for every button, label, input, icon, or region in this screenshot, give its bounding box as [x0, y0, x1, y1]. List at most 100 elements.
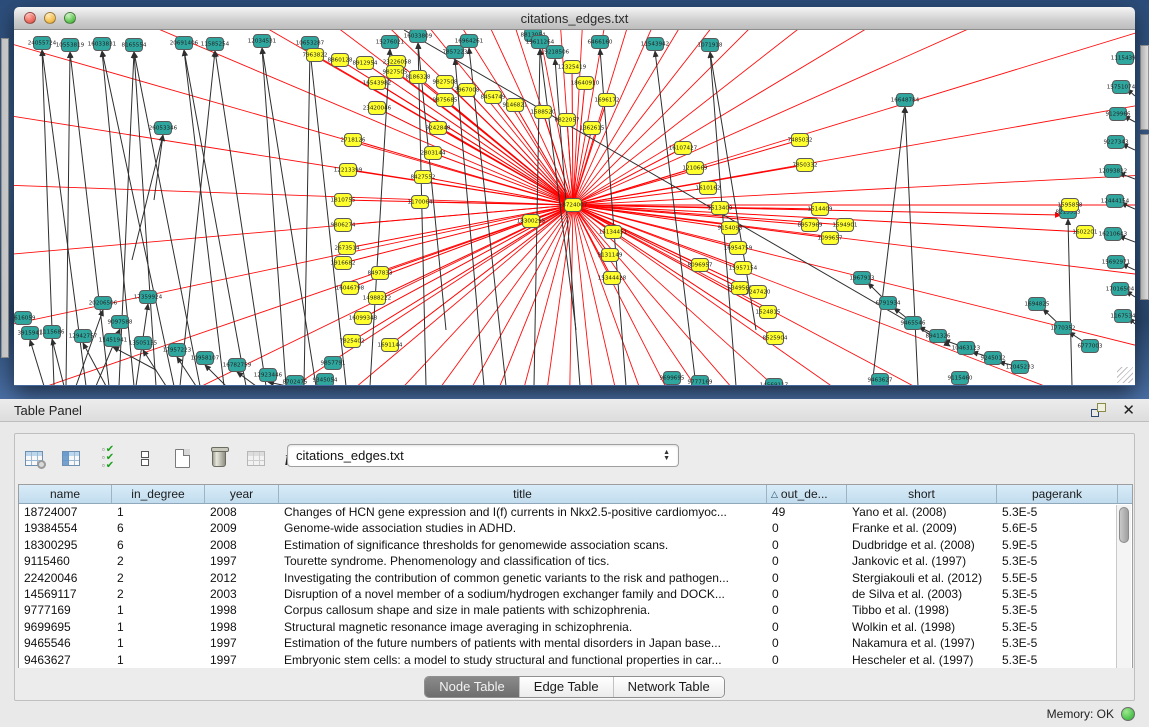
table-cell[interactable]: Embryonic stem cells: a model to study s… — [279, 652, 767, 668]
column-header-pagerank[interactable]: pagerank — [997, 485, 1118, 503]
table-cell[interactable]: 5.3E-5 — [997, 602, 1118, 618]
black-edge[interactable] — [215, 51, 266, 385]
table-cell[interactable]: 0 — [767, 570, 847, 586]
table-cell[interactable]: 1 — [112, 635, 205, 651]
column-header-out_de[interactable]: △out_de... — [767, 485, 847, 503]
table-cell[interactable]: 14569117 — [19, 586, 112, 602]
red-edge[interactable] — [573, 30, 1135, 205]
red-edge[interactable] — [14, 30, 573, 205]
table-cell[interactable]: 1 — [112, 504, 205, 520]
show-columns-icon[interactable] — [58, 445, 84, 471]
column-header-short[interactable]: short — [847, 485, 997, 503]
red-edge[interactable] — [573, 30, 1135, 205]
black-edge[interactable] — [872, 107, 905, 385]
column-header-year[interactable]: year — [205, 485, 279, 503]
table-cell[interactable]: 5.3E-5 — [997, 586, 1118, 602]
table-cell[interactable]: 2008 — [205, 504, 279, 520]
black-edge[interactable] — [262, 48, 316, 385]
scrollbar-thumb[interactable] — [1119, 507, 1129, 543]
table-cell[interactable]: 2008 — [205, 537, 279, 553]
table-cell[interactable]: 18724007 — [19, 504, 112, 520]
table-cell[interactable]: Nakamura et al. (1997) — [847, 635, 997, 651]
table-selector-dropdown[interactable]: citations_edges.txt ▲▼ — [287, 444, 679, 467]
red-edge[interactable] — [573, 30, 816, 205]
tab-node-table[interactable]: Node Table — [425, 677, 520, 697]
black-edge[interactable] — [310, 50, 346, 385]
table-cell[interactable]: 9777169 — [19, 602, 112, 618]
table-cell[interactable]: 2 — [112, 586, 205, 602]
table-cell[interactable]: 0 — [767, 553, 847, 569]
table-mode-icon[interactable] — [21, 445, 47, 471]
table-cell[interactable]: 5.3E-5 — [997, 652, 1118, 668]
table-row[interactable]: 969969511998Structural magnetic resonanc… — [19, 619, 1132, 635]
red-edge[interactable] — [573, 205, 1135, 385]
red-edge[interactable] — [573, 30, 982, 205]
table-cell[interactable]: 19384554 — [19, 520, 112, 536]
red-edge[interactable] — [573, 205, 1135, 385]
table-cell[interactable]: 9699695 — [19, 619, 112, 635]
red-edge[interactable] — [390, 205, 573, 345]
red-edge[interactable] — [573, 30, 1135, 205]
table-cell[interactable]: 5.5E-5 — [997, 570, 1118, 586]
table-cell[interactable]: 2 — [112, 570, 205, 586]
table-cell[interactable]: Dudbridge et al. (2008) — [847, 537, 997, 553]
table-cell[interactable]: 1997 — [205, 553, 279, 569]
table-row[interactable]: 1830029562008Estimation of significance … — [19, 537, 1132, 553]
table-cell[interactable]: 1 — [112, 602, 205, 618]
red-edge[interactable] — [14, 30, 573, 205]
table-row[interactable]: 977716911998Corpus callosum shape and si… — [19, 602, 1132, 618]
float-panel-icon[interactable] — [1091, 403, 1106, 417]
table-cell[interactable]: 5.3E-5 — [997, 504, 1118, 520]
table-cell[interactable]: 2 — [112, 553, 205, 569]
table-cell[interactable]: 0 — [767, 619, 847, 635]
red-edge[interactable] — [572, 67, 573, 205]
red-edge[interactable] — [573, 205, 1135, 385]
column-header-in_degree[interactable]: in_degree — [112, 485, 205, 503]
table-cell[interactable]: 5.3E-5 — [997, 553, 1118, 569]
table-cell[interactable]: 1998 — [205, 619, 279, 635]
table-cell[interactable]: 2012 — [205, 570, 279, 586]
red-edge[interactable] — [573, 30, 1135, 205]
tab-edge-table[interactable]: Edge Table — [520, 677, 614, 697]
close-window-button[interactable] — [24, 12, 36, 24]
red-edge[interactable] — [573, 188, 708, 205]
table-cell[interactable]: Franke et al. (2009) — [847, 520, 997, 536]
black-edge[interactable] — [134, 52, 156, 385]
minimize-window-button[interactable] — [44, 12, 56, 24]
red-edge[interactable] — [14, 30, 573, 205]
table-cell[interactable]: Tourette syndrome. Phenomenology and cla… — [279, 553, 767, 569]
select-all-columns-icon[interactable]: ✔✔✔ — [95, 445, 121, 471]
red-edge[interactable] — [573, 205, 1135, 385]
table-cell[interactable]: Wolkin et al. (1998) — [847, 619, 997, 635]
table-cell[interactable]: de Silva et al. (2003) — [847, 586, 997, 602]
table-row[interactable]: 2242004622012Investigating the contribut… — [19, 570, 1132, 586]
table-cell[interactable]: 6 — [112, 520, 205, 536]
table-cell[interactable]: 5.3E-5 — [997, 619, 1118, 635]
table-cell[interactable]: 18300295 — [19, 537, 112, 553]
table-cell[interactable]: 5.6E-5 — [997, 520, 1118, 536]
table-row[interactable]: 946362711997Embryonic stem cells: a mode… — [19, 652, 1132, 668]
red-edge[interactable] — [573, 30, 1135, 205]
table-cell[interactable]: Tibbo et al. (1998) — [847, 602, 997, 618]
red-edge[interactable] — [573, 205, 1135, 385]
red-edge[interactable] — [445, 100, 573, 205]
table-cell[interactable]: Disruption of a novel member of a sodium… — [279, 586, 767, 602]
table-row[interactable]: 946554611997Estimation of the future num… — [19, 635, 1132, 651]
black-edge[interactable] — [455, 59, 484, 385]
delete-table-icon[interactable] — [243, 445, 269, 471]
red-edge[interactable] — [14, 30, 573, 205]
black-edge[interactable] — [262, 48, 286, 385]
table-cell[interactable]: Structural magnetic resonance image aver… — [279, 619, 767, 635]
table-cell[interactable]: 1 — [112, 619, 205, 635]
red-edge[interactable] — [14, 30, 573, 205]
red-edge[interactable] — [573, 205, 1135, 385]
table-cell[interactable]: 0 — [767, 520, 847, 536]
close-panel-icon[interactable]: ✕ — [1122, 403, 1135, 418]
table-cell[interactable]: Genome-wide association studies in ADHD. — [279, 520, 767, 536]
black-edge[interactable] — [143, 350, 166, 385]
red-edge[interactable] — [573, 30, 1135, 205]
window-titlebar[interactable]: citations_edges.txt — [14, 7, 1135, 30]
black-edge[interactable] — [83, 343, 106, 385]
delete-column-icon[interactable] — [206, 445, 232, 471]
table-row[interactable]: 1456911722003Disruption of a novel membe… — [19, 586, 1132, 602]
